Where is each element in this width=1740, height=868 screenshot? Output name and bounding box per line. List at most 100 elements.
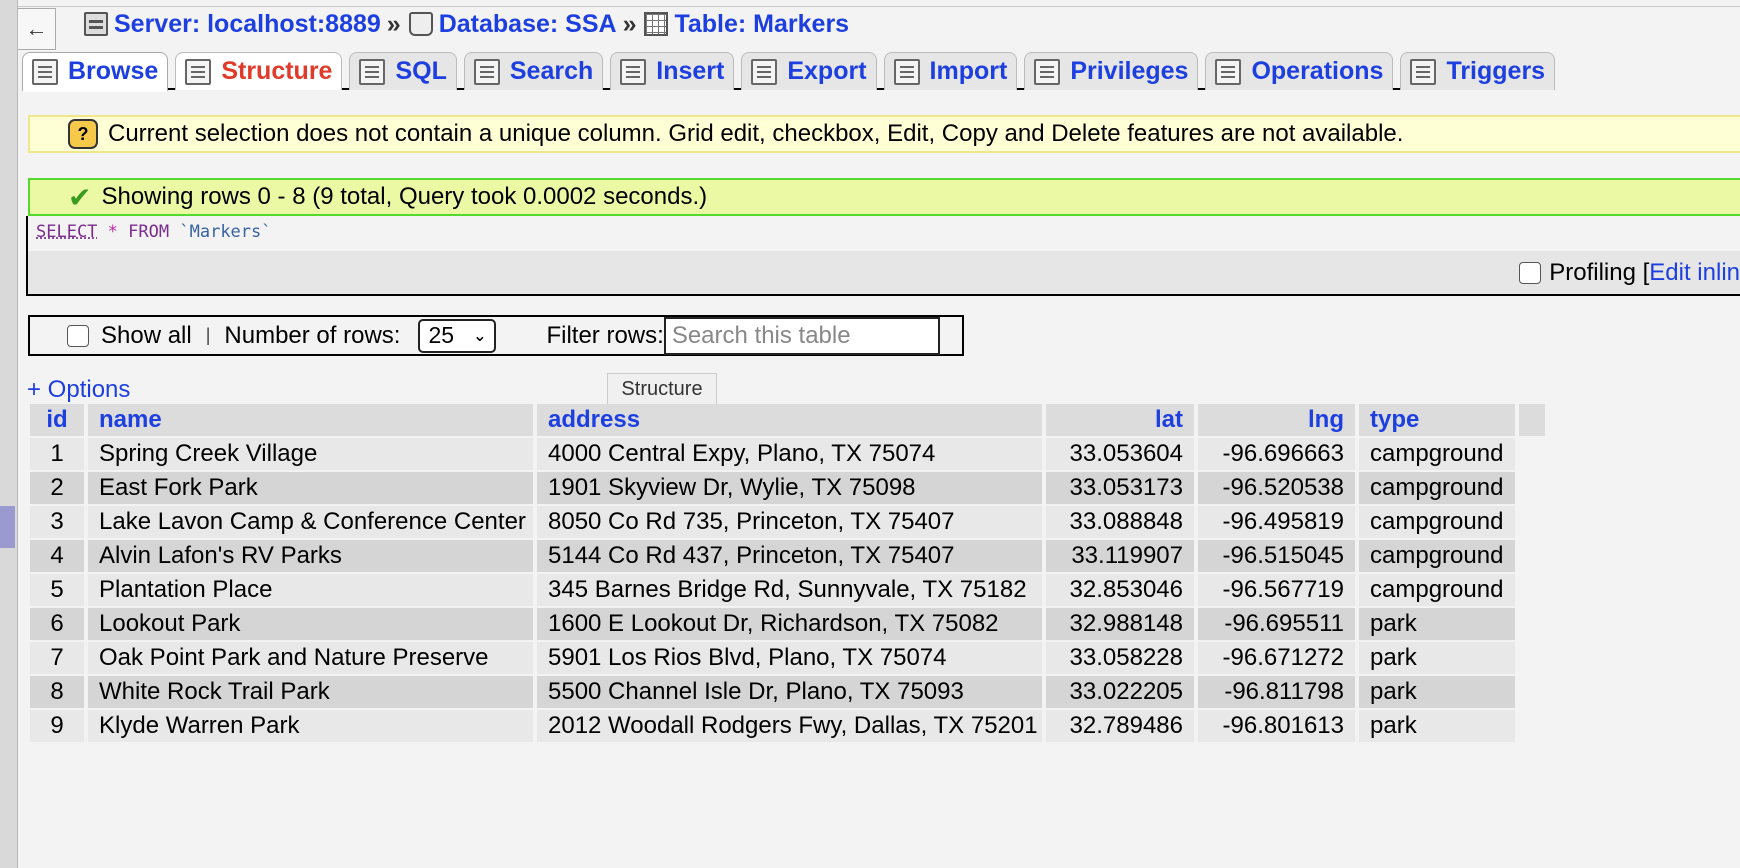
import-icon: [893, 58, 920, 85]
breadcrumb-table[interactable]: Table: Markers: [644, 10, 849, 39]
tab-label: Import: [929, 57, 1008, 85]
table-row[interactable]: 8 White Rock Trail Park 5500 Channel Isle …: [30, 676, 1549, 708]
column-header-name[interactable]: name: [88, 404, 533, 436]
table-icon: [644, 12, 669, 36]
column-header-lng[interactable]: lng: [1198, 404, 1355, 436]
breadcrumb-separator: »: [622, 9, 637, 38]
triggers-icon: [1410, 58, 1437, 85]
cell-lat: 32.789486: [1046, 710, 1194, 742]
cell-address: 5144 Co Rd 437, Princeton, TX 75407: [537, 540, 1042, 572]
cell-lat: 33.022205: [1046, 676, 1194, 708]
notice-text: Current selection does not contain a uni…: [108, 120, 1404, 147]
cell-lng: -96.695511: [1198, 608, 1355, 640]
tab-search[interactable]: Search: [463, 52, 604, 90]
tab-privileges[interactable]: Privileges: [1024, 52, 1199, 90]
cell-lng: -96.696663: [1198, 438, 1355, 470]
cell-type: campground: [1359, 472, 1515, 504]
tab-structure[interactable]: Structure: [175, 52, 343, 90]
table-header-row: id name address lat lng type: [30, 404, 1549, 436]
cell-type: park: [1359, 676, 1515, 708]
tab-triggers[interactable]: Triggers: [1400, 52, 1556, 90]
cell-id: 3: [30, 506, 84, 538]
cell-id: 8: [30, 676, 84, 708]
cell-lat: 33.053173: [1046, 472, 1194, 504]
show-all-label: Show all: [101, 321, 192, 349]
table-row[interactable]: 5 Plantation Place 345 Barnes Bridge Rd, S…: [30, 574, 1549, 606]
options-link[interactable]: + Options: [27, 376, 130, 404]
cell-type: campground: [1359, 540, 1515, 572]
filter-rows-input[interactable]: Search this table: [663, 316, 940, 355]
filter-rows-placeholder: Search this table: [671, 321, 851, 349]
tab-label: Export: [787, 57, 867, 85]
table-row[interactable]: 3 Lake Lavon Camp & Conference Center 8050…: [30, 506, 1549, 538]
cell-name: Alvin Lafon's RV Parks: [88, 540, 533, 572]
number-of-rows-label: Number of rows:: [224, 321, 401, 349]
breadcrumb-database[interactable]: Database: SSA: [408, 10, 617, 39]
cell-type: campground: [1359, 574, 1515, 606]
filter-rows-label: Filter rows:: [546, 321, 664, 349]
database-icon: [408, 12, 433, 36]
tab-export[interactable]: Export: [741, 52, 877, 90]
profiling-checkbox[interactable]: [1519, 262, 1542, 284]
table-row[interactable]: 1 Spring Creek Village 4000 Central Expy, …: [30, 438, 1549, 470]
left-panel-strip: [0, 0, 18, 868]
sql-query-box: SELECT * FROM `Markers` Profiling [Edit …: [26, 216, 1740, 296]
table-row[interactable]: 7 Oak Point Park and Nature Preserve 5901 …: [30, 642, 1549, 674]
cell-lat: 32.853046: [1046, 574, 1194, 606]
sql-icon: [359, 58, 386, 85]
cell-name: Lookout Park: [88, 608, 533, 640]
profiling-bracket: [: [1642, 259, 1650, 286]
column-header-spacer: [1519, 404, 1545, 436]
cell-lng: -96.811798: [1198, 676, 1355, 708]
tab-label: Triggers: [1446, 57, 1546, 85]
number-of-rows-select[interactable]: 25 ⌄: [418, 318, 497, 353]
cell-id: 9: [30, 710, 84, 742]
table-row[interactable]: 2 East Fork Park 1901 Skyview Dr, Wylie, T…: [30, 472, 1549, 504]
table-navigation: Show all | Number of rows: 25 ⌄ Filter r…: [28, 315, 964, 356]
cell-type: park: [1359, 642, 1515, 674]
export-icon: [751, 58, 778, 85]
search-icon: [473, 58, 500, 85]
tab-label: Insert: [656, 57, 725, 85]
edit-inline-link[interactable]: Edit inlin: [1649, 259, 1740, 287]
breadcrumb: Server: localhost:8889 » Database: SSA »…: [84, 8, 849, 40]
cell-lat: 33.088848: [1046, 506, 1194, 538]
show-all-checkbox[interactable]: [67, 324, 89, 347]
cell-type: park: [1359, 710, 1515, 742]
cell-lat: 33.053604: [1046, 438, 1194, 470]
success-text: Showing rows 0 - 8 (9 total, Query took …: [101, 183, 708, 210]
tab-sql[interactable]: SQL: [349, 52, 457, 90]
table-row[interactable]: 9 Klyde Warren Park 2012 Woodall Rodgers F…: [30, 710, 1549, 742]
column-header-lat[interactable]: lat: [1046, 404, 1194, 436]
tab-bar: Browse Structure SQL Search Insert Expor…: [22, 52, 1556, 92]
breadcrumb-table-link[interactable]: Table: Markers: [674, 10, 849, 39]
table-row[interactable]: 6 Lookout Park 1600 E Lookout Dr, Richards…: [30, 608, 1549, 640]
breadcrumb-server-link[interactable]: Server: localhost:8889: [114, 10, 381, 39]
sql-keyword-select[interactable]: SELECT: [36, 222, 97, 242]
sql-table-identifier: `Markers`: [179, 222, 272, 242]
panel-resize-handle[interactable]: [0, 506, 15, 548]
table-row[interactable]: 4 Alvin Lafon's RV Parks 5144 Co Rd 437, P…: [30, 540, 1549, 572]
question-icon: ?: [68, 119, 98, 149]
cell-name: Lake Lavon Camp & Conference Center: [88, 506, 533, 538]
cell-id: 2: [30, 472, 84, 504]
cell-name: East Fork Park: [88, 472, 533, 504]
tab-import[interactable]: Import: [883, 52, 1018, 90]
column-header-address[interactable]: address: [537, 404, 1042, 436]
cell-lng: -96.520538: [1198, 472, 1355, 504]
tab-operations[interactable]: Operations: [1205, 52, 1394, 90]
breadcrumb-database-link[interactable]: Database: SSA: [439, 10, 617, 39]
breadcrumb-server[interactable]: Server: localhost:8889: [84, 10, 381, 39]
tab-label: Search: [509, 57, 594, 85]
sql-query-text[interactable]: SELECT * FROM `Markers`: [28, 216, 1740, 251]
structure-tooltip: Structure: [607, 373, 717, 406]
column-header-type[interactable]: type: [1359, 404, 1515, 436]
back-arrow-button[interactable]: ←: [18, 8, 56, 50]
tab-insert[interactable]: Insert: [610, 52, 735, 90]
tab-browse[interactable]: Browse: [22, 52, 169, 92]
cell-name: Klyde Warren Park: [88, 710, 533, 742]
cell-address: 5901 Los Rios Blvd, Plano, TX 75074: [537, 642, 1042, 674]
tab-label: Operations: [1251, 57, 1384, 85]
column-header-id[interactable]: id: [30, 404, 84, 436]
cell-id: 7: [30, 642, 84, 674]
